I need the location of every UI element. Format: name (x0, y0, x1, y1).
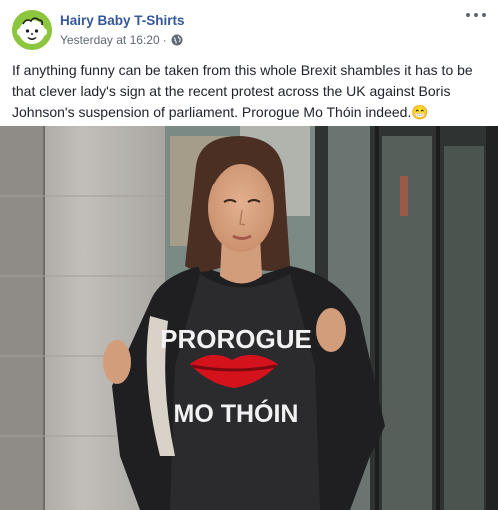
photo-illustration: PROROGUE MO THÓIN (0, 126, 498, 510)
page-name-link[interactable]: Hairy Baby T-Shirts (60, 13, 185, 28)
globe-icon[interactable] (171, 34, 183, 46)
post-message: If anything funny can be taken from this… (12, 60, 488, 123)
more-options-icon[interactable] (466, 8, 486, 22)
post-photo[interactable]: PROROGUE MO THÓIN (0, 126, 498, 510)
shirt-text-line1: PROROGUE (160, 324, 312, 354)
shirt-text-line2: MO THÓIN (174, 398, 299, 428)
post-timestamp[interactable]: Yesterday at 16:20 (60, 33, 160, 47)
post-message-text: If anything funny can be taken from this… (12, 62, 473, 120)
post-header: Hairy Baby T-Shirts Yesterday at 16:20 · (0, 0, 498, 60)
meta-separator: · (162, 33, 167, 47)
baby-face-logo (12, 10, 52, 50)
post-meta: Yesterday at 16:20 · (60, 33, 183, 47)
grinning-emoji: 😁 (411, 104, 429, 120)
page-avatar[interactable] (12, 10, 52, 50)
